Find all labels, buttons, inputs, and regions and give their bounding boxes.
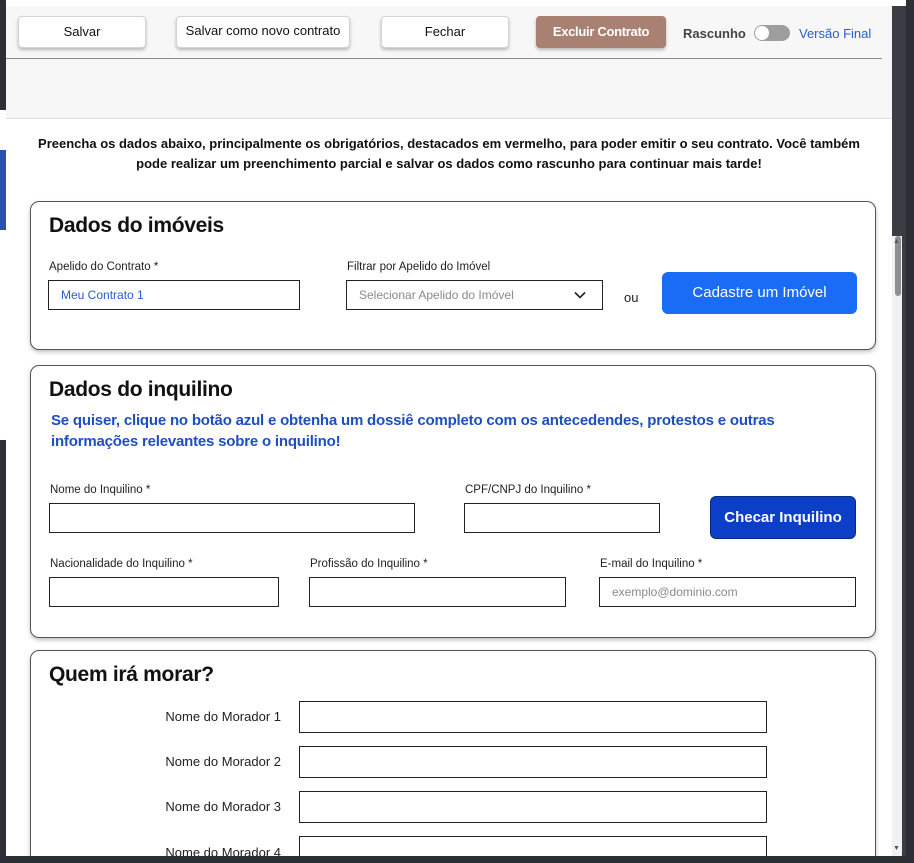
- tenant-name-input[interactable]: [49, 503, 415, 533]
- tenant-hint: Se quiser, clique no botão azul e obtenh…: [51, 412, 775, 450]
- resident-4-label: Nome do Morador 4: [165, 845, 281, 856]
- scroll-down-arrow-icon[interactable]: ▼: [893, 845, 900, 852]
- tenant-nationality-input[interactable]: [49, 577, 279, 607]
- tenant-name-label: Nome do Inquilino *: [50, 484, 151, 496]
- contract-nickname-label: Apelido do Contrato *: [49, 261, 159, 273]
- tenant-email-label: E-mail do Inquilino *: [600, 558, 703, 570]
- chevron-down-icon: [574, 291, 586, 299]
- close-button[interactable]: Fechar: [381, 16, 509, 48]
- scrollbar-thumb[interactable]: [895, 236, 901, 296]
- resident-2-label: Nome do Morador 2: [165, 754, 281, 769]
- register-property-button[interactable]: Cadastre um Imóvel: [662, 272, 857, 314]
- tenant-cpf-input[interactable]: [464, 503, 660, 533]
- resident-3-label: Nome do Morador 3: [165, 799, 281, 814]
- scrollbar-track[interactable]: [892, 236, 902, 856]
- tenant-profession-label: Profissão do Inquilino *: [310, 558, 428, 570]
- background-bottom-strip: [0, 856, 914, 863]
- property-filter-placeholder: Selecionar Apelido do Imóvel: [359, 288, 514, 302]
- property-filter-label: Filtrar por Apelido do Imóvel: [347, 261, 491, 273]
- contract-modal: Salvar Salvar como novo contrato Fechar …: [6, 6, 892, 856]
- resident-1-input[interactable]: [299, 701, 767, 733]
- contract-nickname-input[interactable]: Meu Contrato 1: [48, 280, 300, 310]
- intro-text: Preencha os dados abaixo, principalmente…: [38, 136, 860, 171]
- property-title: Dados do imóveis: [49, 214, 224, 237]
- final-version-label: Versão Final: [799, 26, 872, 41]
- tenant-email-input[interactable]: exemplo@dominio.com: [599, 577, 856, 607]
- tenant-nationality-label: Nacionalidade do Inquilino *: [50, 558, 193, 570]
- save-as-new-button[interactable]: Salvar como novo contrato: [176, 16, 350, 48]
- scroll-up-arrow-icon[interactable]: ▲: [893, 238, 900, 245]
- resident-3-input[interactable]: [299, 791, 767, 823]
- toolbar-divider: [6, 58, 882, 59]
- save-button[interactable]: Salvar: [18, 16, 146, 48]
- residents-title: Quem irá morar?: [49, 663, 214, 686]
- or-text: ou: [624, 290, 639, 305]
- tenant-profession-input[interactable]: [309, 577, 566, 607]
- draft-label: Rascunho: [683, 26, 746, 41]
- background-right: [906, 0, 914, 863]
- draft-final-toggle[interactable]: [754, 25, 790, 41]
- property-filter-select[interactable]: Selecionar Apelido do Imóvel: [346, 280, 603, 310]
- tenant-title: Dados do inquilino: [49, 378, 233, 401]
- tenant-cpf-label: CPF/CNPJ do Inquilino *: [465, 484, 591, 496]
- check-tenant-button[interactable]: Checar Inquilino: [710, 496, 856, 539]
- delete-contract-button[interactable]: Excluir Contrato: [536, 16, 666, 48]
- resident-1-label: Nome do Morador 1: [165, 709, 281, 724]
- toggle-knob: [755, 26, 769, 40]
- modal-toolbar: Salvar Salvar como novo contrato Fechar …: [6, 6, 892, 119]
- tenant-card: Dados do inquilino Se quiser, clique no …: [30, 365, 876, 638]
- property-card: Dados do imóveis Apelido do Contrato * M…: [30, 201, 876, 350]
- residents-card: Quem irá morar? Nome do Morador 1 Nome d…: [30, 650, 876, 856]
- resident-2-input[interactable]: [299, 746, 767, 778]
- resident-4-input[interactable]: [299, 836, 767, 856]
